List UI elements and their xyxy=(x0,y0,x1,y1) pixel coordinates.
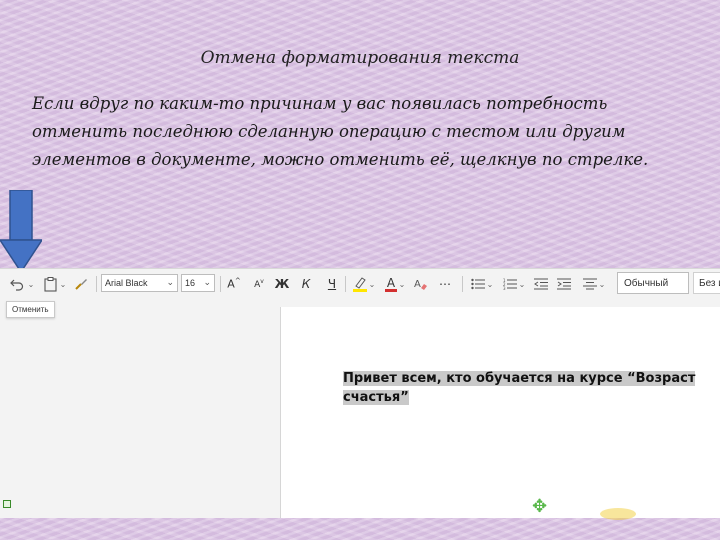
style-no-spacing[interactable]: Без и xyxy=(693,272,720,294)
align-center-icon xyxy=(583,278,597,290)
chevron-down-icon: ⌄ xyxy=(166,277,174,287)
ribbon-divider xyxy=(96,276,97,292)
slide-title: Отмена форматирования текста xyxy=(200,48,520,68)
numbering-dropdown-icon[interactable]: ⌄ xyxy=(518,274,526,294)
brush-icon xyxy=(75,279,87,290)
down-arrow-icon xyxy=(0,190,42,274)
svg-text:3: 3 xyxy=(503,286,506,290)
font-name-select[interactable]: Arial Black ⌄ xyxy=(101,274,178,292)
style-normal[interactable]: Обычный xyxy=(617,272,689,294)
increase-indent-button[interactable] xyxy=(556,274,572,294)
indent-icon xyxy=(557,278,571,290)
align-button[interactable] xyxy=(582,274,598,294)
clear-formatting-button[interactable]: A xyxy=(412,274,430,294)
chevron-down-icon: ⌄ xyxy=(203,277,211,287)
font-size-select[interactable]: 16 ⌄ xyxy=(181,274,215,292)
ribbon-divider xyxy=(462,276,463,292)
selected-text: Привет всем, кто обучается на курсе “Воз… xyxy=(343,371,696,405)
align-dropdown-icon[interactable]: ⌄ xyxy=(598,274,606,294)
bullets-button[interactable] xyxy=(470,274,486,294)
eraser-icon: A xyxy=(414,279,427,290)
document-page[interactable]: Привет всем, кто обучается на курсе “Воз… xyxy=(280,307,720,518)
svg-text:A: A xyxy=(414,279,421,290)
font-color-icon: A xyxy=(386,275,396,290)
font-name-value: Arial Black xyxy=(105,278,148,288)
outdent-icon xyxy=(534,278,548,290)
format-painter-button[interactable] xyxy=(72,274,90,294)
paste-button[interactable] xyxy=(42,274,58,294)
bullets-dropdown-icon[interactable]: ⌄ xyxy=(486,274,494,294)
ribbon-divider xyxy=(345,276,346,292)
highlight-glow xyxy=(600,508,636,520)
bold-button[interactable]: Ж xyxy=(274,274,290,294)
grow-font-icon: A^ xyxy=(227,277,241,291)
paste-dropdown-icon[interactable]: ⌄ xyxy=(58,274,68,294)
ellipsis-icon: ⋯ xyxy=(439,277,451,291)
shrink-font-icon: Av xyxy=(254,278,264,290)
highlight-dropdown-icon[interactable]: ⌄ xyxy=(368,274,376,294)
font-color-dropdown-icon[interactable]: ⌄ xyxy=(398,274,406,294)
more-options-button[interactable]: ⋯ xyxy=(438,274,452,294)
numbering-button[interactable]: 123 xyxy=(502,274,518,294)
undo-button[interactable] xyxy=(8,274,26,294)
slide-body-text: Если вдруг по каким-то причинам у вас по… xyxy=(32,94,649,169)
undo-dropdown-icon[interactable]: ⌄ xyxy=(26,274,36,294)
highlight-button[interactable] xyxy=(352,274,368,294)
undo-tooltip: Отменить xyxy=(6,301,55,318)
move-handle-icon[interactable]: ✥ xyxy=(532,496,547,517)
font-size-value: 16 xyxy=(185,278,196,288)
document-text[interactable]: Привет всем, кто обучается на курсе “Воз… xyxy=(343,369,715,407)
ribbon-divider xyxy=(220,276,221,292)
shrink-font-button[interactable]: Av xyxy=(250,274,268,294)
bullet-list-icon xyxy=(471,278,485,290)
decrease-indent-button[interactable] xyxy=(533,274,549,294)
clipboard-icon xyxy=(43,276,57,292)
ribbon-toolbar: ⌄ ⌄ Arial Black ⌄ 16 ⌄ A^ Av Ж К Ч ⌄ A ⌄… xyxy=(0,269,720,299)
underline-button[interactable]: Ч xyxy=(324,274,340,294)
undo-icon xyxy=(10,279,24,291)
highlighter-icon xyxy=(353,277,367,292)
numbered-list-icon: 123 xyxy=(503,278,517,290)
grow-font-button[interactable]: A^ xyxy=(225,274,243,294)
italic-button[interactable]: К xyxy=(298,274,314,294)
font-color-button[interactable]: A xyxy=(384,274,398,294)
resize-handle[interactable] xyxy=(3,500,11,508)
word-app-window: ⌄ ⌄ Arial Black ⌄ 16 ⌄ A^ Av Ж К Ч ⌄ A ⌄… xyxy=(0,268,720,518)
